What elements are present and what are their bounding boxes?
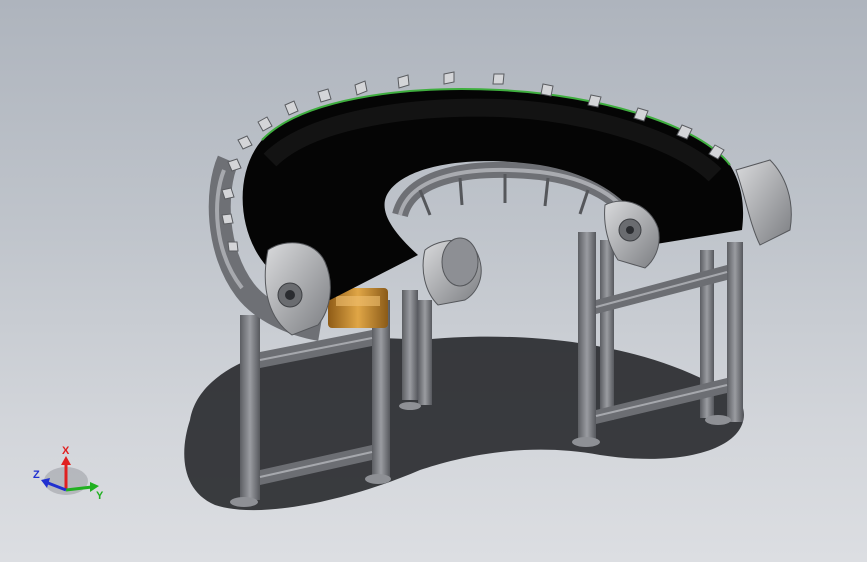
triad-y-label: Y	[96, 490, 104, 502]
triad-x-arrowhead	[61, 456, 71, 465]
coordinate-triad[interactable]: X Y Z	[30, 445, 110, 507]
triad-x-label: X	[62, 445, 70, 457]
graphics-viewport[interactable]: X Y Z	[0, 0, 867, 562]
triad-z-label: Z	[33, 469, 40, 481]
curved-conveyor-model[interactable]	[0, 0, 867, 562]
